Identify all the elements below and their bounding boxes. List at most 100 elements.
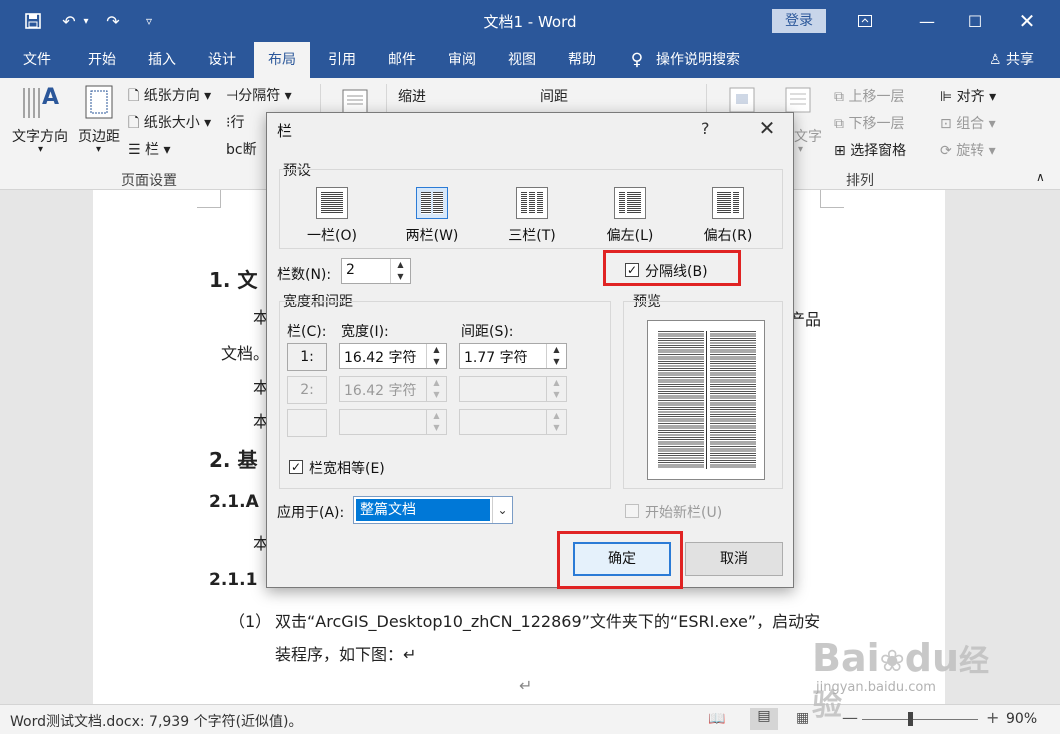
spin-down-icon[interactable]: ▼ — [427, 356, 446, 368]
heading-2: 2. 基 — [209, 448, 258, 472]
rotate-button[interactable]: ⟳ 旋转 ▾ — [940, 140, 996, 160]
margins-dropdown-icon[interactable]: ▾ — [96, 144, 101, 155]
tab-references[interactable]: 引用 — [314, 42, 370, 78]
spin-up-icon[interactable]: ▲ — [547, 344, 566, 356]
chevron-down-icon[interactable]: ⌄ — [492, 497, 512, 523]
print-layout-icon[interactable]: ▤ — [750, 708, 778, 730]
spin-down-icon[interactable]: ▼ — [427, 389, 446, 401]
start-new-column-label[interactable]: 开始新栏(U) — [645, 502, 722, 522]
preview-column — [658, 331, 704, 469]
tell-me-search[interactable]: 操作说明搜索 — [656, 42, 752, 78]
orientation-button[interactable]: 🗋 纸张方向 ▾ — [128, 85, 211, 109]
apply-to-select[interactable]: 整篇文档 ⌄ — [353, 496, 513, 524]
login-button[interactable]: 登录 — [772, 9, 826, 33]
text-direction-dropdown-icon[interactable]: ▾ — [38, 144, 43, 155]
tab-review[interactable]: 审阅 — [434, 42, 490, 78]
arrange-group-label: 排列 — [846, 173, 874, 189]
word-count-status[interactable]: Word测试文档.docx: 7,939 个字符(近似值)。 — [10, 711, 303, 731]
spin-down-icon[interactable]: ▼ — [427, 422, 446, 434]
spin-up-icon[interactable]: ▲ — [427, 410, 446, 422]
send-backward-icon: ⧉ — [834, 116, 844, 132]
spacing-spinner[interactable]: ▲ ▼ — [459, 376, 567, 402]
preset-left[interactable]: 偏左(L) — [597, 187, 663, 245]
size-button[interactable]: 🗋 纸张大小 ▾ — [128, 112, 211, 136]
tab-home[interactable]: 开始 — [74, 42, 130, 78]
selection-pane-button[interactable]: ⊞ 选择窗格 — [834, 140, 906, 160]
tab-view[interactable]: 视图 — [494, 42, 550, 78]
margins-button[interactable]: 页边距 — [78, 126, 120, 146]
spin-up-icon[interactable]: ▲ — [547, 377, 566, 389]
save-icon[interactable] — [22, 10, 44, 32]
spin-down-icon[interactable]: ▼ — [547, 356, 566, 368]
rotate-icon: ⟳ — [940, 143, 952, 159]
ribbon-display-options-icon[interactable] — [842, 0, 888, 42]
width-spinner[interactable]: 16.42 字符 ▲ ▼ — [339, 376, 447, 402]
spacing-spinner[interactable]: 1.77 字符 ▲ ▼ — [459, 343, 567, 369]
spin-up-icon[interactable]: ▲ — [391, 259, 410, 271]
tab-mailings[interactable]: 邮件 — [374, 42, 430, 78]
web-layout-icon[interactable]: ▦ — [796, 710, 809, 726]
customize-qat-icon[interactable]: ▿ — [138, 10, 160, 32]
tab-insert[interactable]: 插入 — [134, 42, 190, 78]
minimize-icon[interactable]: — — [904, 0, 950, 42]
align-button[interactable]: ⊫ 对齐 ▾ — [940, 86, 996, 106]
paragraph-mark: ↵ — [519, 676, 533, 695]
cancel-button[interactable]: 取消 — [685, 542, 783, 576]
tab-help[interactable]: 帮助 — [554, 42, 610, 78]
undo-icon[interactable]: ↶ — [58, 10, 80, 32]
equal-width-label[interactable]: 栏宽相等(E) — [309, 458, 385, 478]
margins-icon[interactable] — [84, 84, 114, 120]
start-new-column-checkbox[interactable] — [625, 504, 639, 518]
preset-two[interactable]: 两栏(W) — [399, 187, 465, 245]
wrap-text-icon[interactable] — [784, 86, 812, 114]
spin-up-icon[interactable]: ▲ — [547, 410, 566, 422]
hyphenation-button[interactable]: bc断 — [226, 139, 257, 159]
send-backward-button[interactable]: ⧉ 下移一层 — [834, 113, 904, 133]
close-icon[interactable]: ✕ — [753, 115, 781, 141]
ribbon-tabs: 文件 开始 插入 设计 布局 引用 邮件 审阅 视图 帮助 ♀ 操作说明搜索 ♙… — [0, 42, 1060, 78]
num-columns-spinner[interactable]: 2 ▲ ▼ — [341, 258, 411, 284]
read-mode-icon[interactable]: 📖 — [708, 711, 725, 727]
watermark-url: jingyan.baidu.com — [816, 680, 936, 695]
wrap-text-dropdown-icon[interactable]: ▾ — [798, 144, 803, 155]
spin-down-icon[interactable]: ▼ — [547, 389, 566, 401]
align-icon: ⊫ — [940, 89, 953, 105]
help-icon[interactable]: ? — [701, 119, 710, 138]
bring-forward-button[interactable]: ⧉ 上移一层 — [834, 86, 904, 106]
equal-width-checkbox[interactable]: ✓ — [289, 460, 303, 474]
share-button[interactable]: ♙ 共享 — [989, 42, 1034, 78]
spin-down-icon[interactable]: ▼ — [391, 271, 410, 283]
preset-one[interactable]: 一栏(O) — [303, 187, 361, 245]
columns-button[interactable]: ☰ 栏 ▾ — [128, 139, 171, 159]
text-direction-icon[interactable]: A — [20, 82, 62, 122]
breaks-button[interactable]: ⊣分隔符 ▾ — [226, 85, 292, 105]
preset-right[interactable]: 偏右(R) — [695, 187, 761, 245]
group-button[interactable]: ⊡ 组合 ▾ — [940, 113, 996, 133]
tab-layout[interactable]: 布局 — [254, 42, 310, 78]
line-numbers-button[interactable]: ⁝行 — [226, 112, 244, 132]
close-window-icon[interactable]: ✕ — [1004, 0, 1050, 42]
width-spinner[interactable]: 16.42 字符 ▲ ▼ — [339, 343, 447, 369]
width-header: 宽度(I): — [341, 324, 389, 340]
preset-three[interactable]: 三栏(T) — [501, 187, 563, 245]
redo-icon[interactable]: ↷ — [102, 10, 124, 32]
undo-dropdown-icon[interactable]: ▾ — [80, 10, 92, 32]
preview-column — [710, 331, 756, 469]
person-icon: ♙ — [988, 52, 1006, 68]
spin-up-icon[interactable]: ▲ — [427, 377, 446, 389]
collapse-ribbon-icon[interactable]: ∧ — [1036, 170, 1045, 184]
tab-file[interactable]: 文件 — [10, 42, 64, 78]
width-spinner[interactable]: ▲ ▼ — [339, 409, 447, 435]
right-column-icon — [712, 187, 744, 219]
wrap-text-button[interactable]: 文字 — [794, 126, 822, 146]
spacing-spinner[interactable]: ▲ ▼ — [459, 409, 567, 435]
spin-down-icon[interactable]: ▼ — [547, 422, 566, 434]
text-direction-button[interactable]: 文字方向 — [12, 126, 68, 146]
line-between-label[interactable]: 分隔线(B) — [645, 261, 708, 281]
position-icon[interactable] — [728, 86, 756, 114]
maximize-icon[interactable]: ☐ — [952, 0, 998, 42]
spin-up-icon[interactable]: ▲ — [427, 344, 446, 356]
ok-button[interactable]: 确定 — [573, 542, 671, 576]
tab-design[interactable]: 设计 — [194, 42, 250, 78]
line-between-checkbox[interactable]: ✓ — [625, 263, 639, 277]
